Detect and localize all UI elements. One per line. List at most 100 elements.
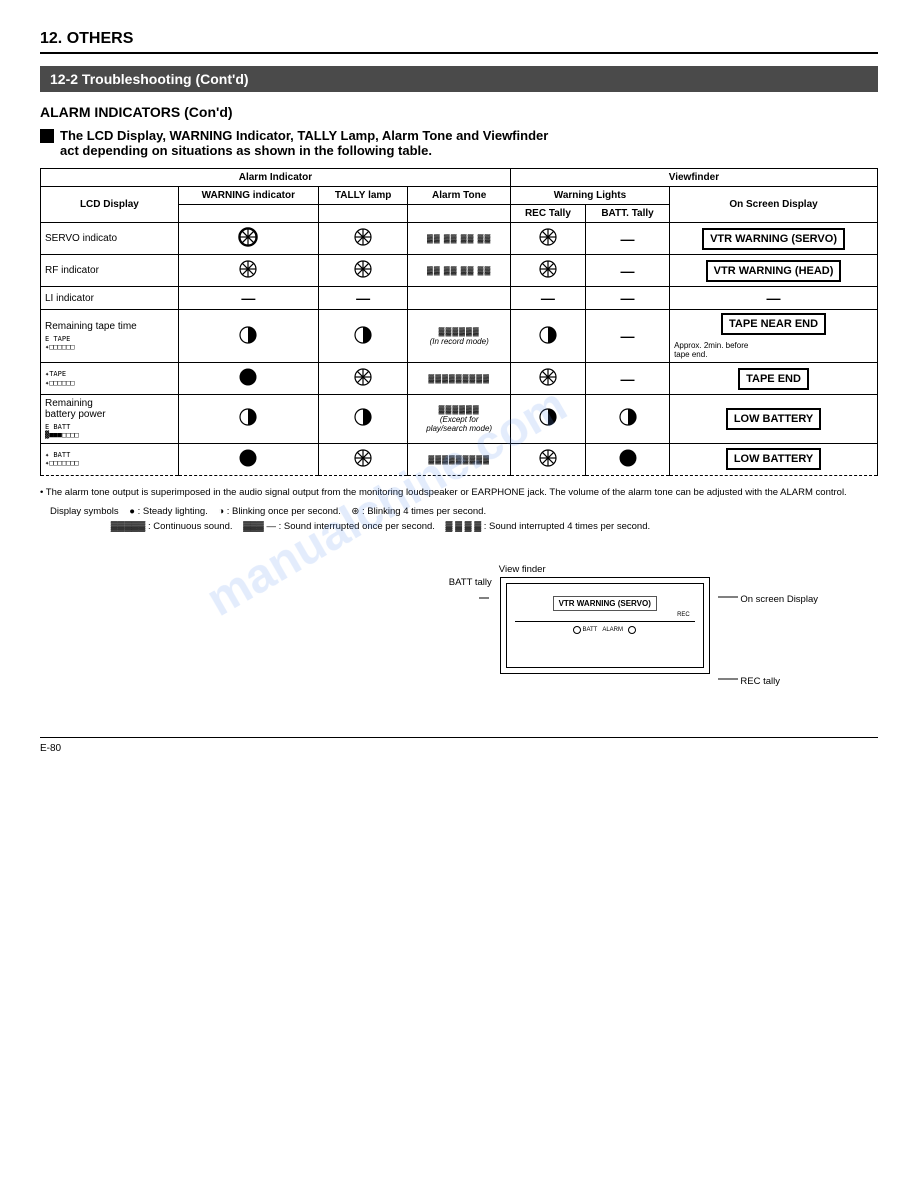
display-symbols-label: Display symbols (50, 506, 119, 517)
rec-tally-label: REC tally (718, 674, 818, 687)
rec-indicator (628, 626, 636, 634)
tape-near-end-icon: E TAPE ✦□□□□□□ (45, 335, 174, 352)
page-header: 12. OTHERS (40, 30, 878, 54)
table-row: SERVO indicato (41, 223, 878, 255)
in-record-note: (In record mode) (412, 337, 505, 346)
batt-tally-cell (586, 395, 670, 444)
rec-circle (628, 626, 636, 634)
blink4-tape-tally-icon (352, 366, 374, 388)
alarm-table: Alarm Indicator Viewfinder LCD Display W… (40, 168, 878, 476)
tally-cell (318, 223, 408, 255)
solid-batt-low-batt-icon (617, 447, 639, 469)
solid-batt-warn-icon (237, 447, 259, 469)
half-circle-tally-icon (352, 324, 374, 346)
on-screen-cell: VTR WARNING (HEAD) (670, 255, 878, 287)
tally-lamp-header: TALLY lamp (318, 187, 408, 205)
lcd-cell: SERVO indicato (41, 223, 179, 255)
batt-tally-cell: — (586, 223, 670, 255)
rec-tally-cell (510, 443, 585, 475)
blink4-rf-rec-icon (537, 258, 559, 280)
sound-wave-batt-icon: ▓▓▓▓▓▓ (439, 405, 480, 414)
vf-indicator-strip: REC BATT ALARM (515, 621, 695, 634)
viewfinder-diagram: View finder BATT tally VTR WARNING (SERV… (449, 564, 818, 697)
dash-icon: — (621, 328, 635, 344)
tone-cell: ▓▓▓▓▓▓ (Except forplay/search mode) (408, 395, 510, 444)
sound-wave-icon: ▓▓ ▓▓ ▓▓ ▓▓ (427, 234, 491, 243)
vf-outer-box: VTR WARNING (SERVO) REC BATT ALARM (500, 577, 710, 674)
solid-circle-warn-icon (237, 366, 259, 388)
low-battery-1-box: LOW BATTERY (726, 408, 821, 430)
rec-tally-cell (510, 395, 585, 444)
half-circle-batt-rec-icon (537, 406, 559, 428)
dash-icon: — (621, 263, 635, 279)
warning-cell (178, 223, 318, 255)
vf-inner-box: VTR WARNING (SERVO) REC BATT ALARM (506, 583, 704, 668)
sound-wave-tape-icon: ▓▓▓▓▓▓ (439, 327, 480, 336)
tally-cell: — (318, 287, 408, 310)
sound-cont-icon: ▓▓▓▓▓▓▓▓▓ (428, 374, 490, 383)
on-screen-line (718, 592, 738, 602)
page-number: E-80 (40, 743, 61, 754)
half-circle-batt-warn-icon (237, 406, 259, 428)
symbol-blink1: ◑ : Blinking once per second. (218, 506, 340, 517)
lcd-cell: LI indicator (41, 287, 179, 310)
half-circle-batt-batt-icon (617, 406, 639, 428)
warning-indicator-header: WARNING indicator (178, 187, 318, 205)
batt-tally-text: BATT tally (449, 577, 492, 588)
vtr-warning-head-box: VTR WARNING (HEAD) (706, 260, 842, 282)
battery-low-icon: ✦ BATT ✦□□□□□□□ (45, 451, 174, 468)
table-row: Remainingbattery power E BATT ▓■■■□□□□ (41, 395, 878, 444)
blink4-batt-low-rec-icon (537, 447, 559, 469)
on-screen-display-label: On screen Display (718, 592, 818, 605)
sound-wave-2-icon: ▓▓ ▓▓ ▓▓ ▓▓ (427, 266, 491, 275)
except-note: (Except forplay/search mode) (412, 415, 505, 433)
tally-lamp-sub (318, 205, 408, 223)
page-footer: E-80 (40, 737, 878, 754)
viewfinder-section: View finder BATT tally VTR WARNING (SERV… (40, 564, 878, 697)
batt-tally-label: BATT tally (449, 577, 492, 626)
viewfinder-header: Viewfinder (510, 169, 877, 187)
tape-near-end-note: Approx. 2min. beforetape end. (674, 341, 873, 359)
tally-cell (318, 310, 408, 363)
on-screen-label-text: On screen Display (740, 594, 818, 605)
tally-cell (318, 255, 408, 287)
table-row: ✦TAPE ✦□□□□□□ ▓▓▓▓▓▓▓▓▓ (41, 363, 878, 395)
tone-cell: ▓▓ ▓▓ ▓▓ ▓▓ (408, 223, 510, 255)
rec-tally-cell (510, 223, 585, 255)
blink4-rec-icon (537, 226, 559, 248)
lcd-cell: Remainingbattery power E BATT ▓■■■□□□□ (41, 395, 179, 444)
warning-indicator-sub (178, 205, 318, 223)
table-row: ✦ BATT ✦□□□□□□□ ▓▓▓▓▓▓▓▓▓ (41, 443, 878, 475)
tally-cell (318, 443, 408, 475)
dash-icon: — (621, 231, 635, 247)
tone-cell: ▓▓▓▓▓▓▓▓▓ (408, 363, 510, 395)
warning-lights-header: Warning Lights (510, 187, 669, 205)
batt-label: BATT (582, 627, 597, 633)
warning-cell (178, 363, 318, 395)
blink4-tape-rec-icon (537, 366, 559, 388)
symbol-blink4: ⊛ : Blinking 4 times per second. (351, 506, 486, 517)
dash-icon: — (541, 290, 555, 306)
low-battery-2-box: LOW BATTERY (726, 448, 821, 470)
tone-cell: ▓▓▓▓▓▓▓▓▓ (408, 443, 510, 475)
batt-tally-cell: — (586, 255, 670, 287)
half-circle-warn-icon (237, 324, 259, 346)
blink4-rf-warn-icon (237, 258, 259, 280)
notes-section: • The alarm tone output is superimposed … (40, 486, 878, 535)
warning-cell (178, 255, 318, 287)
remaining-tape-label: Remaining tape time (45, 321, 174, 332)
blink4-icon (237, 226, 259, 248)
batt-tally-cell: — (586, 363, 670, 395)
remaining-battery-label: Remainingbattery power (45, 398, 174, 420)
bullet-icon (40, 129, 54, 143)
table-row: LI indicator — — — — — (41, 287, 878, 310)
tape-near-end-box: TAPE NEAR END (721, 313, 826, 335)
alarm-label: ALARM (602, 627, 623, 633)
blink4-tally-icon (352, 226, 374, 248)
lcd-cell: ✦TAPE ✦□□□□□□ (41, 363, 179, 395)
rec-tally-cell: — (510, 287, 585, 310)
tape-end-box: TAPE END (738, 368, 809, 390)
symbol-continuous: ▓▓▓▓▓ : Continuous sound. (111, 521, 233, 532)
table-row: RF indicator (41, 255, 878, 287)
rec-tally-cell (510, 255, 585, 287)
